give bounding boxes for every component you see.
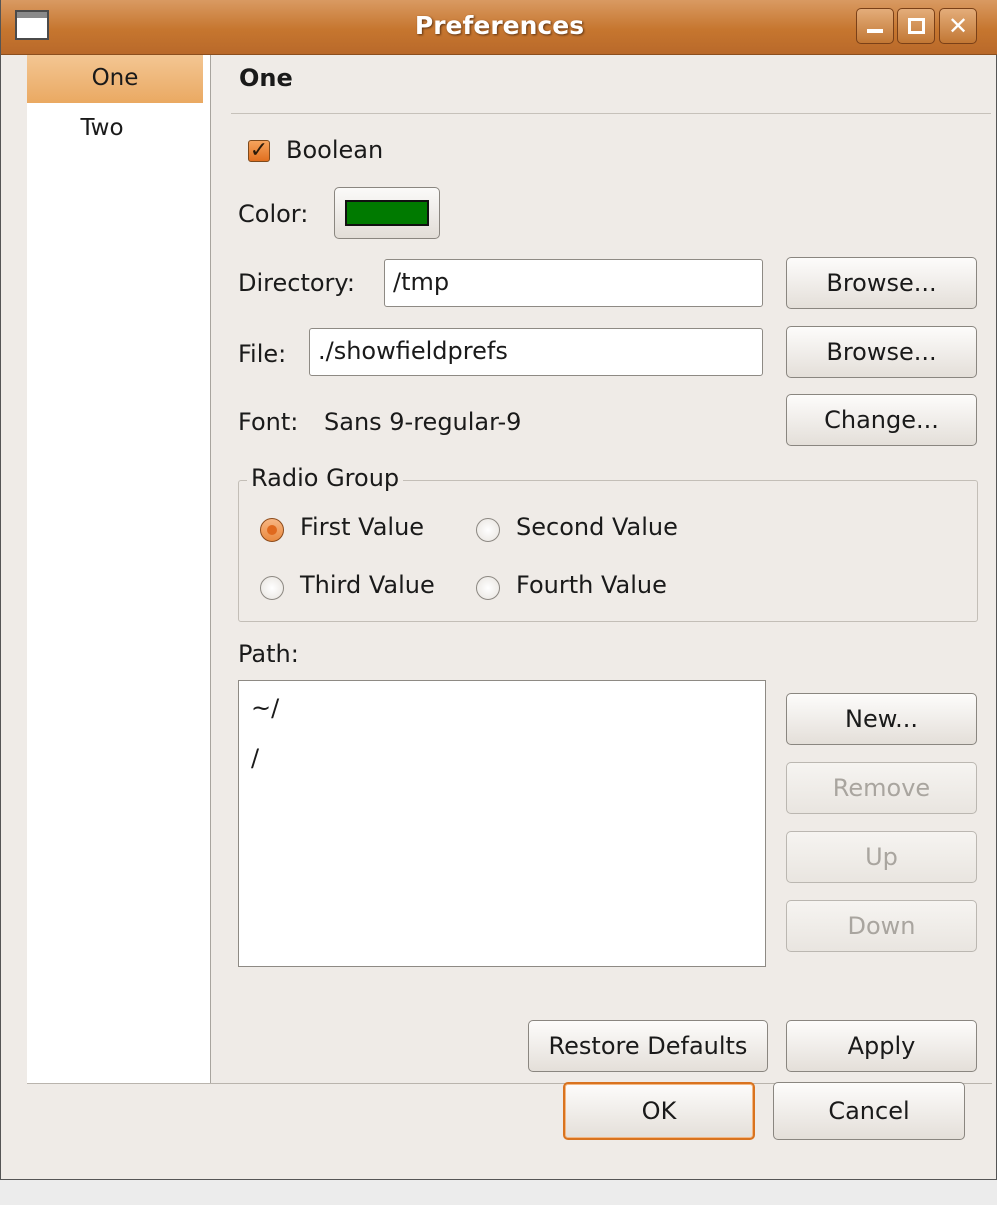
file-browse-label: Browse...: [826, 338, 937, 366]
path-new-label: New...: [844, 705, 919, 733]
boolean-label: Boolean: [286, 136, 384, 164]
list-item[interactable]: ~/: [251, 694, 279, 722]
directory-field[interactable]: /tmp: [384, 259, 763, 307]
maximize-button[interactable]: [897, 8, 935, 44]
boolean-checkbox[interactable]: ✓: [248, 140, 270, 162]
path-up-label: Up: [865, 843, 898, 871]
path-remove-button[interactable]: Remove: [786, 762, 977, 814]
path-new-button[interactable]: New...: [786, 693, 977, 745]
radio-second-value[interactable]: [476, 518, 500, 542]
sidebar-item-two[interactable]: Two: [27, 105, 177, 153]
page-list: One Two: [27, 55, 211, 1083]
radio-first-value[interactable]: [260, 518, 284, 542]
path-down-button[interactable]: Down: [786, 900, 977, 952]
path-remove-label: Remove: [832, 774, 931, 802]
close-icon: ✕: [947, 12, 969, 40]
font-label: Font:: [238, 408, 299, 436]
heading-divider: [231, 113, 991, 114]
font-value: Sans 9-regular-9: [324, 408, 522, 436]
restore-defaults-button[interactable]: Restore Defaults: [528, 1020, 768, 1072]
close-button[interactable]: ✕: [939, 8, 977, 44]
file-label: File:: [238, 340, 287, 368]
directory-label: Directory:: [238, 269, 355, 297]
apply-button[interactable]: Apply: [786, 1020, 977, 1072]
radio-first-label[interactable]: First Value: [300, 513, 424, 541]
path-down-label: Down: [847, 912, 916, 940]
preferences-window: Preferences ✕ One Two One ✓ Boolean Colo…: [0, 0, 997, 1180]
cancel-label: Cancel: [828, 1097, 910, 1125]
directory-browse-button[interactable]: Browse...: [786, 257, 977, 309]
restore-defaults-label: Restore Defaults: [548, 1032, 748, 1060]
maximize-icon: [908, 18, 925, 34]
sidebar-item-one[interactable]: One: [27, 55, 203, 103]
checkmark-icon: ✓: [249, 138, 269, 163]
directory-browse-label: Browse...: [826, 269, 937, 297]
path-up-button[interactable]: Up: [786, 831, 977, 883]
color-button[interactable]: [334, 187, 440, 239]
path-label: Path:: [238, 640, 299, 668]
radio-dot-icon: [267, 525, 277, 535]
font-change-label: Change...: [824, 406, 939, 434]
minimize-button[interactable]: [856, 8, 894, 44]
radio-fourth-value[interactable]: [476, 576, 500, 600]
ok-label: OK: [641, 1097, 677, 1125]
font-change-button[interactable]: Change...: [786, 394, 977, 446]
file-browse-button[interactable]: Browse...: [786, 326, 977, 378]
list-item[interactable]: /: [251, 744, 259, 772]
minimize-icon: [867, 29, 883, 33]
color-swatch: [345, 200, 429, 226]
radio-third-value[interactable]: [260, 576, 284, 600]
path-list[interactable]: ~/ /: [238, 680, 766, 967]
radio-second-label[interactable]: Second Value: [516, 513, 678, 541]
color-label: Color:: [238, 200, 309, 228]
radio-fourth-label[interactable]: Fourth Value: [516, 571, 667, 599]
radio-third-label[interactable]: Third Value: [300, 571, 435, 599]
radio-group-title: Radio Group: [247, 464, 404, 492]
ok-button[interactable]: OK: [563, 1082, 755, 1140]
file-field[interactable]: ./showfieldprefs: [309, 328, 763, 376]
cancel-button[interactable]: Cancel: [773, 1082, 965, 1140]
apply-label: Apply: [847, 1032, 916, 1060]
window-title: Preferences: [414, 11, 585, 40]
radio-group-frame: [238, 480, 978, 622]
title-bar[interactable]: Preferences ✕: [1, 0, 997, 55]
page-title: One: [239, 64, 293, 92]
